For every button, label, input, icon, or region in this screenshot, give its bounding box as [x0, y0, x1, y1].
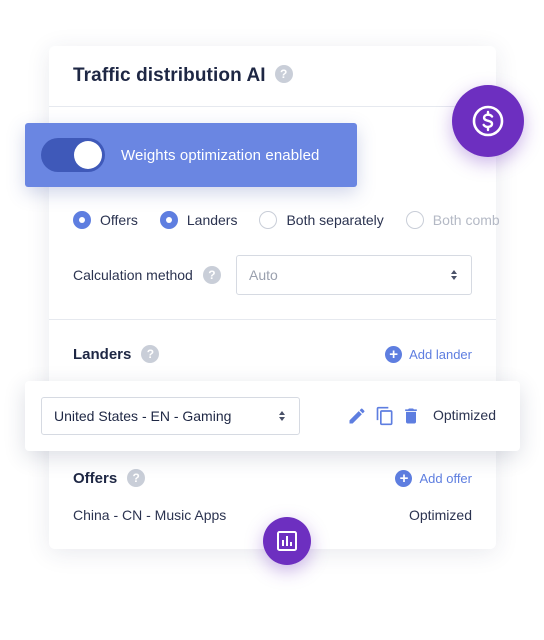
plus-circle-icon: + — [395, 470, 413, 487]
lander-select[interactable]: United States - EN - Gaming — [41, 397, 300, 435]
header-divider — [49, 106, 496, 107]
weights-optimization-toggle[interactable] — [41, 138, 105, 172]
radio-landers-label: Landers — [186, 212, 238, 228]
radio-both-combined[interactable]: Both comb — [405, 211, 500, 229]
lander-row: United States - EN - Gaming Optimized — [25, 381, 520, 451]
radio-both-separately-dot[interactable] — [259, 211, 278, 229]
select-arrows-icon — [279, 411, 285, 421]
add-offer-button[interactable]: + Add offer — [395, 470, 472, 487]
optimize-target-radios: Offers Landers Both separately Both comb — [73, 211, 522, 229]
traffic-distribution-panel: Traffic distribution AI? Offers Landers … — [49, 46, 500, 549]
add-lander-label: Add lander — [409, 347, 472, 362]
radio-both-separately[interactable]: Both separately — [259, 211, 384, 229]
toggle-knob — [74, 141, 102, 169]
radio-both-combined-dot[interactable] — [405, 211, 424, 229]
landers-title-text: Landers — [73, 345, 132, 363]
radio-landers[interactable]: Landers — [159, 211, 238, 229]
pencil-icon[interactable] — [347, 406, 367, 426]
offer-status: Optimized — [408, 507, 472, 523]
bar-chart-icon — [277, 531, 297, 551]
radio-offers-label: Offers — [100, 212, 138, 228]
landers-section-title: Landers? — [73, 345, 160, 363]
trash-icon[interactable] — [401, 406, 421, 426]
dollar-circle-icon — [472, 105, 504, 137]
radio-both-combined-label: Both comb — [432, 212, 500, 228]
lander-status: Optimized — [432, 407, 496, 423]
help-icon[interactable]: ? — [141, 345, 160, 363]
radio-landers-dot[interactable] — [159, 211, 178, 229]
calculation-method-value: Auto — [249, 267, 278, 283]
panel-title-text: Traffic distribution AI — [73, 65, 266, 86]
panel-title: Traffic distribution AI? — [73, 65, 293, 87]
help-icon[interactable]: ? — [202, 266, 221, 284]
offers-section-title: Offers? — [73, 469, 146, 487]
calculation-method-label: Calculation method? — [73, 266, 221, 284]
select-arrows-icon — [451, 270, 457, 280]
dollar-circle-badge — [452, 85, 524, 157]
help-icon[interactable]: ? — [274, 65, 293, 84]
help-icon[interactable]: ? — [127, 469, 146, 487]
calculation-method-text: Calculation method — [73, 267, 193, 283]
offer-name: China - CN - Music Apps — [73, 507, 227, 523]
weights-optimization-banner: Weights optimization enabled — [25, 123, 357, 187]
lander-select-value: United States - EN - Gaming — [54, 408, 232, 424]
section-divider — [49, 319, 496, 320]
add-offer-label: Add offer — [419, 471, 472, 486]
copy-icon[interactable] — [375, 406, 395, 426]
calculation-method-select[interactable]: Auto — [236, 255, 472, 295]
radio-offers-dot[interactable] — [73, 211, 91, 229]
radio-both-separately-label: Both separately — [286, 212, 384, 228]
chart-circle-badge[interactable] — [263, 517, 311, 565]
weights-optimization-label: Weights optimization enabled — [121, 146, 320, 164]
offers-title-text: Offers — [73, 469, 118, 487]
radio-offers[interactable]: Offers — [73, 211, 138, 229]
add-lander-button[interactable]: + Add lander — [385, 346, 472, 363]
plus-circle-icon: + — [385, 346, 403, 363]
